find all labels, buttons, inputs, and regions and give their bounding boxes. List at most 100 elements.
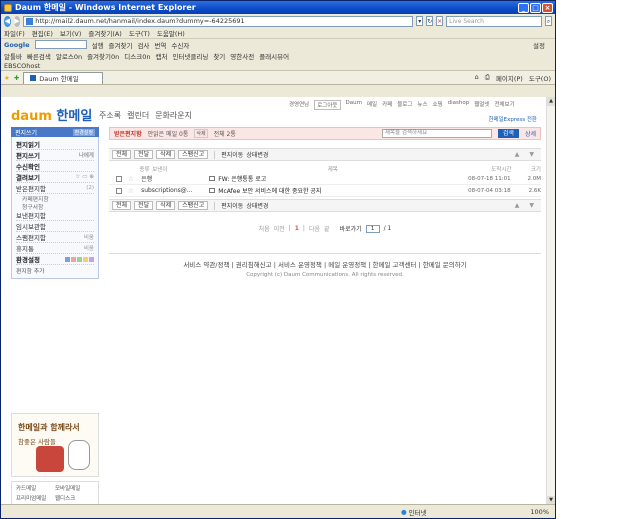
top-link[interactable]: diashop [448,100,470,110]
maximize-button[interactable]: □ [530,2,541,13]
sidebar-item-settings[interactable]: 환경설정 [16,254,94,265]
sidebar-item-read[interactable]: 편지읽기 [16,139,94,150]
link-item[interactable]: 디스크0n [124,51,150,61]
mail-search-button[interactable]: 검색 [497,129,519,138]
forward-icon[interactable]: ▶ [13,15,21,27]
ebsco-link[interactable]: EBSCOhost [4,62,40,70]
page-last[interactable]: 끝 [324,224,330,233]
browser-tab[interactable]: Daum 한메일 [23,71,104,84]
link-item[interactable]: 인터넷클리닝 [172,51,208,61]
row-checkbox[interactable] [116,175,122,182]
settings-button[interactable]: 환경설정 [72,128,95,136]
delete-button[interactable]: 삭제 [156,201,176,210]
page-menu[interactable]: 페이지(P) [496,73,523,83]
vertical-scrollbar[interactable]: ▲ ▼ [546,97,555,505]
footer-links[interactable]: 서비스 약관/정책 | 권리침해신고 | 서비스 운영정책 | 메일 운영정책 … [109,253,541,269]
spam-button[interactable]: 스팸신고 [178,201,209,210]
add-favorites-icon[interactable]: ✚ [14,74,19,82]
spam-button[interactable]: 스팸신고 [178,150,209,159]
sidebar-item-drafts[interactable]: 임시보관함 [16,221,94,232]
sidebar-item-write[interactable]: 편지쓰기 나에게 [16,150,94,161]
link-item[interactable]: 캡처 [155,51,167,61]
goto-page-select[interactable]: 1 [365,224,380,233]
link-web-disk[interactable]: 웹디스크 [55,494,94,502]
link-item[interactable]: 플래시뷰어 [259,51,289,61]
star-icon[interactable]: ☆ [128,187,141,195]
status-dropdown[interactable]: 상태변경 [246,201,268,210]
link-item[interactable]: 알툴바 [4,51,22,61]
row-checkbox[interactable] [116,187,122,194]
top-link[interactable]: 뉴스 [417,100,427,110]
link-item[interactable]: 찾기 [213,51,225,61]
search-icon[interactable]: ⌕ [545,16,552,26]
sidebar-item-trash[interactable]: 휴지통 비움 [16,243,94,254]
minimize-button[interactable]: _ [518,2,529,13]
mail-search-input[interactable]: 제목을 검색하세요 [381,129,492,138]
menu-favorites[interactable]: 즐겨찾기(A) [88,28,121,38]
google-settings[interactable]: 설정 [533,40,555,50]
print-icon[interactable]: ⎙ [485,73,490,83]
row-subject-cell[interactable]: McAfee 보안 서비스에 대한 중요한 공지 [209,186,444,195]
select-all-button[interactable]: 전체 [112,201,132,210]
sidebar-sub-bills[interactable]: 청구서함 [16,202,94,211]
compose-link[interactable]: 편지쓰기 [15,128,37,137]
sidebar-item-spam[interactable]: 스팸편지함 비움 [16,232,94,243]
google-item[interactable]: 번역 [154,40,166,50]
menu-tools[interactable]: 도구(T) [129,28,150,38]
table-row[interactable]: ☆ subscriptions@... McAfee 보안 서비스에 대한 중요… [109,185,541,197]
select-all-button[interactable]: 전체 [112,150,132,159]
google-search-input[interactable] [34,40,87,49]
page-current[interactable]: 1 [295,225,299,232]
daum-logo[interactable]: daum 한메일 [11,105,92,124]
go-dropdown-button[interactable]: ▾ [416,16,424,26]
delete-tag[interactable]: 삭제 [194,129,208,138]
table-row[interactable]: ☆ 은행 FW: 은행통통 로고 08-07-18 11:01 2.0M [109,173,541,185]
page-next[interactable]: 다음 [309,224,320,233]
forward-button[interactable]: 전달 [134,201,154,210]
zoom-control[interactable]: 100% [530,508,555,516]
link-item[interactable]: 알로스0n [56,51,82,61]
scroll-up-arrow[interactable]: ▲ [547,97,555,106]
top-link[interactable]: 카페 [382,100,392,110]
google-item[interactable]: 설행 [92,40,104,50]
address-bar[interactable]: http://mail2.daum.net/hanmail/index.daum… [23,15,414,27]
row-sender[interactable]: 은행 [141,174,209,183]
scroll-up-icon[interactable]: ▲ [515,202,520,209]
status-dropdown[interactable]: 상태변경 [246,150,268,159]
link-premium-mail[interactable]: 프리미엄메일 [16,494,55,502]
logout-button[interactable]: 로그아웃 [314,100,341,110]
promo-banner[interactable]: 한메일과 함께라서 참좋은 사람들 [11,413,99,477]
google-item[interactable]: 검사 [137,40,149,50]
skin-palette[interactable] [65,256,94,262]
home-icon[interactable]: ⌂ [475,73,479,83]
menu-edit[interactable]: 편집(E) [32,28,53,38]
scroll-up-icon[interactable]: ▲ [515,151,520,158]
top-link[interactable]: Daum [346,100,362,110]
google-item[interactable]: 즐겨찾기 [109,40,133,50]
google-item[interactable]: 수신자 [171,40,189,50]
top-link[interactable]: 블로그 [397,100,412,110]
top-link[interactable]: 쇼핑 [433,100,443,110]
link-mobile-mail[interactable]: 모바일메일 [55,484,94,492]
nav-culture[interactable]: 문화라운지 [155,110,192,121]
nav-addressbook[interactable]: 주소록 [99,110,121,121]
nav-calendar[interactable]: 캘린더 [127,110,149,121]
link-item[interactable]: 빠른검색 [27,51,51,61]
sidebar-item-inbox[interactable]: 받은편지함 (2) [16,183,94,194]
page-first[interactable]: 처음 [259,224,270,233]
row-subject-cell[interactable]: FW: 은행통통 로고 [209,174,444,183]
top-link[interactable]: 웹얼넷 [474,100,489,110]
detail-search-link[interactable]: 상세 [525,129,536,138]
back-icon[interactable]: ◀ [4,15,11,27]
close-button[interactable]: × [542,2,553,13]
favorites-star-icon[interactable]: ★ [4,74,10,82]
scroll-down-icon[interactable]: ▼ [529,202,534,209]
move-dropdown[interactable]: 편지이동 [221,201,243,210]
live-search-input[interactable]: Live Search [446,15,543,27]
stop-icon[interactable]: × [436,16,444,26]
row-subject[interactable]: FW: 은행통통 로고 [218,174,266,183]
row-subject[interactable]: McAfee 보안 서비스에 대한 중요한 공지 [218,186,321,195]
forward-button[interactable]: 전달 [134,150,154,159]
express-link[interactable]: 한메일Express 전환 [488,115,537,123]
move-dropdown[interactable]: 편지이동 [221,150,243,159]
